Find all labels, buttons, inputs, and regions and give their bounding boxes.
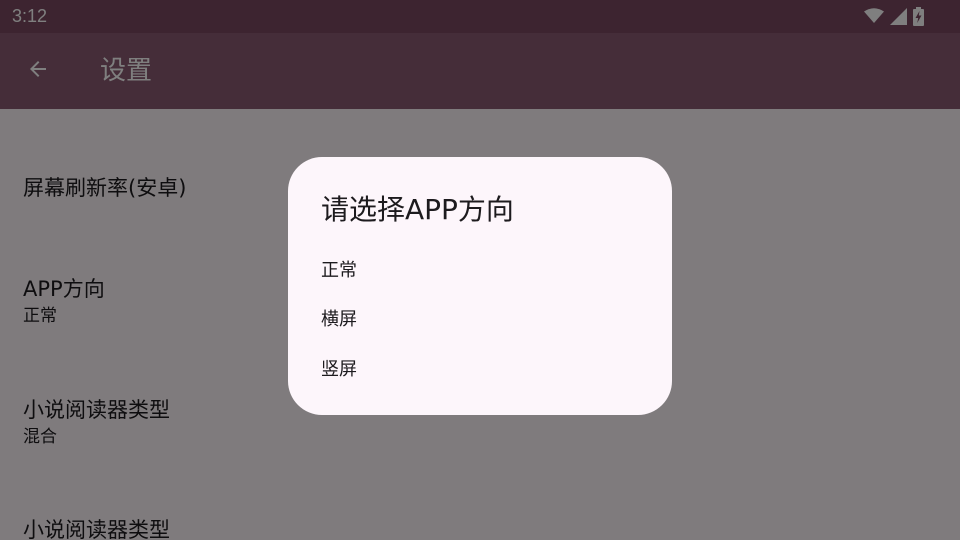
option-portrait[interactable]: 竖屏 <box>321 352 641 388</box>
dialog-title: 请选择APP方向 <box>321 193 514 226</box>
option-normal[interactable]: 正常 <box>321 253 641 289</box>
option-landscape[interactable]: 横屏 <box>321 302 641 338</box>
orientation-dialog: 请选择APP方向 正常 横屏 竖屏 <box>288 157 672 415</box>
